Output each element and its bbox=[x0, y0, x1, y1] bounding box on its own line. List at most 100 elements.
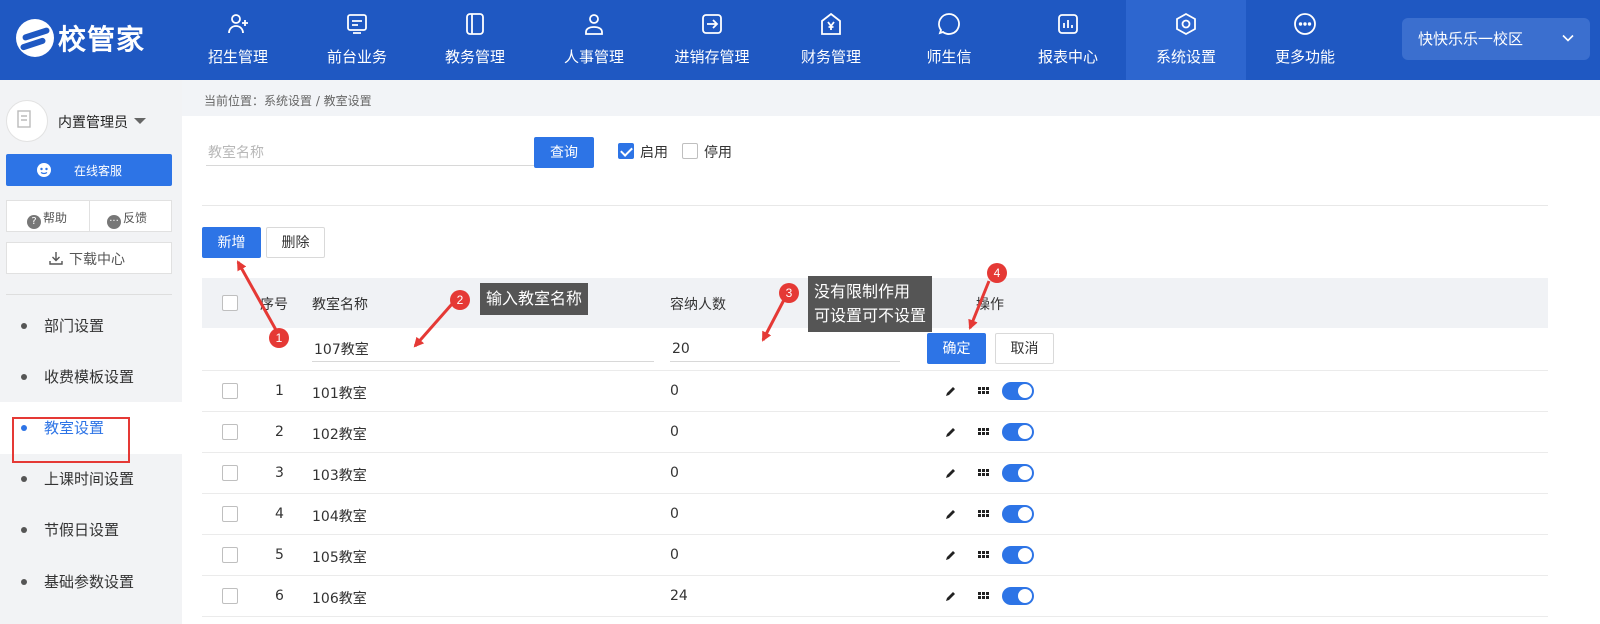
brand-name: 校管家 bbox=[58, 23, 146, 56]
nav-finance[interactable]: 财务管理 bbox=[771, 0, 891, 80]
select-all-checkbox[interactable] bbox=[222, 295, 238, 311]
table-row[interactable]: 1 101教室 0 bbox=[202, 371, 1548, 412]
row-checkbox[interactable] bbox=[222, 588, 238, 604]
help-icon: ? bbox=[27, 215, 41, 229]
edit-icon[interactable] bbox=[944, 384, 958, 398]
disabled-label: 停用 bbox=[704, 145, 732, 161]
campus-selector[interactable]: 快快乐乐一校区 bbox=[1402, 18, 1590, 60]
user-plus-icon bbox=[228, 14, 248, 34]
person-icon bbox=[585, 14, 603, 35]
feedback-button[interactable]: ··· 反馈 bbox=[107, 209, 147, 229]
row-checkbox[interactable] bbox=[222, 383, 238, 399]
row-checkbox[interactable] bbox=[222, 547, 238, 563]
enable-toggle[interactable] bbox=[1002, 382, 1034, 400]
bullet-icon bbox=[21, 579, 27, 585]
nav-inventory[interactable]: 进销存管理 bbox=[652, 0, 772, 80]
table-row[interactable]: 2 102教室 0 bbox=[202, 412, 1548, 453]
sidebar-item-department[interactable]: 部门设置 bbox=[0, 300, 182, 352]
chevron-down-icon bbox=[1562, 34, 1574, 42]
settings-icon bbox=[1176, 12, 1196, 36]
grid-icon[interactable] bbox=[976, 548, 990, 562]
chat-icon bbox=[938, 13, 960, 35]
disabled-checkbox[interactable] bbox=[682, 143, 698, 159]
grid-icon[interactable] bbox=[976, 507, 990, 521]
row-index: 6 bbox=[275, 588, 284, 604]
edit-icon[interactable] bbox=[944, 548, 958, 562]
sidebar-item-fee-template[interactable]: 收费模板设置 bbox=[0, 351, 182, 403]
row-index: 4 bbox=[275, 506, 284, 522]
divider bbox=[202, 205, 1548, 206]
sidebar-item-basic-params[interactable]: 基础参数设置 bbox=[0, 556, 182, 608]
row-classroom-name: 102教室 bbox=[312, 427, 367, 443]
nav-front-desk[interactable]: 前台业务 bbox=[297, 0, 417, 80]
table-row[interactable]: 3 103教室 0 bbox=[202, 453, 1548, 494]
nav-messages[interactable]: 师生信 bbox=[889, 0, 1009, 80]
headset-icon bbox=[37, 163, 51, 177]
sidebar: 内置管理员 在线客服 ? 帮助 ··· 反馈 下载中心 部门设置 收费模板设置 教室… bbox=[0, 80, 182, 624]
caret-down-icon[interactable] bbox=[134, 118, 146, 124]
top-navbar: 校管家 招生管理 前台业务 教务管理 人事管理 进销存管理 财务管理 师生信 报… bbox=[0, 0, 1600, 80]
query-button[interactable]: 查询 bbox=[534, 137, 594, 168]
edit-icon[interactable] bbox=[944, 466, 958, 480]
edit-icon[interactable] bbox=[944, 507, 958, 521]
enable-toggle[interactable] bbox=[1002, 423, 1034, 441]
column-header-index: 序号 bbox=[260, 297, 288, 313]
edit-icon[interactable] bbox=[944, 589, 958, 603]
nav-hr[interactable]: 人事管理 bbox=[534, 0, 654, 80]
row-index: 5 bbox=[275, 547, 284, 563]
new-classroom-name-input[interactable] bbox=[312, 336, 654, 362]
brand-logo[interactable]: 校管家 bbox=[16, 18, 145, 58]
delete-button[interactable]: 删除 bbox=[266, 227, 325, 258]
enable-toggle[interactable] bbox=[1002, 587, 1034, 605]
yen-icon bbox=[821, 12, 841, 35]
nav-more[interactable]: 更多功能 bbox=[1245, 0, 1365, 80]
nav-academic[interactable]: 教务管理 bbox=[415, 0, 535, 80]
new-capacity-input[interactable] bbox=[670, 336, 900, 362]
enabled-checkbox[interactable] bbox=[618, 143, 634, 159]
edit-icon[interactable] bbox=[944, 425, 958, 439]
feedback-icon: ··· bbox=[107, 215, 121, 229]
nav-system-settings[interactable]: 系统设置 bbox=[1126, 0, 1246, 80]
user-avatar-icon bbox=[17, 110, 31, 128]
nav-reports[interactable]: 报表中心 bbox=[1008, 0, 1128, 80]
classroom-name-search-input[interactable] bbox=[206, 140, 536, 166]
grid-icon[interactable] bbox=[976, 466, 990, 480]
table-row[interactable]: 6 106教室 24 bbox=[202, 576, 1548, 617]
nav-recruit[interactable]: 招生管理 bbox=[178, 0, 298, 80]
enabled-label: 启用 bbox=[640, 145, 668, 161]
bullet-icon bbox=[21, 476, 27, 482]
enable-toggle[interactable] bbox=[1002, 505, 1034, 523]
username[interactable]: 内置管理员 bbox=[58, 112, 128, 132]
sidebar-item-holidays[interactable]: 节假日设置 bbox=[0, 504, 182, 556]
download-center-button[interactable]: 下载中心 bbox=[6, 242, 172, 274]
report-icon bbox=[1058, 14, 1078, 34]
grid-icon[interactable] bbox=[976, 589, 990, 603]
annotation-marker-4: 4 bbox=[987, 263, 1007, 283]
cancel-button[interactable]: 取消 bbox=[995, 333, 1054, 364]
enable-toggle[interactable] bbox=[1002, 546, 1034, 564]
bullet-icon bbox=[21, 527, 27, 533]
help-feedback-bar: ? 帮助 ··· 反馈 bbox=[6, 200, 172, 232]
row-classroom-name: 104教室 bbox=[312, 509, 367, 525]
online-service-button[interactable]: 在线客服 bbox=[6, 154, 172, 186]
more-icon bbox=[1294, 13, 1316, 35]
table-row[interactable]: 5 105教室 0 bbox=[202, 535, 1548, 576]
row-checkbox[interactable] bbox=[222, 465, 238, 481]
row-capacity: 0 bbox=[670, 506, 679, 522]
row-checkbox[interactable] bbox=[222, 506, 238, 522]
row-classroom-name: 101教室 bbox=[312, 386, 367, 402]
enable-toggle[interactable] bbox=[1002, 464, 1034, 482]
annotation-marker-1: 1 bbox=[269, 328, 289, 348]
confirm-button[interactable]: 确定 bbox=[927, 333, 986, 364]
row-checkbox[interactable] bbox=[222, 424, 238, 440]
add-button[interactable]: 新增 bbox=[202, 227, 261, 258]
help-button[interactable]: ? 帮助 bbox=[27, 209, 67, 229]
table-row[interactable]: 4 104教室 0 bbox=[202, 494, 1548, 535]
book-icon bbox=[466, 13, 484, 35]
main-content: 查询 启用 停用 新增 删除 序号 教室名称 容纳人数 操作 确定 取消 1 1… bbox=[182, 116, 1600, 624]
grid-icon[interactable] bbox=[976, 425, 990, 439]
row-capacity: 0 bbox=[670, 424, 679, 440]
grid-icon[interactable] bbox=[976, 384, 990, 398]
column-header-name: 教室名称 bbox=[312, 297, 368, 313]
avatar[interactable] bbox=[6, 100, 48, 142]
